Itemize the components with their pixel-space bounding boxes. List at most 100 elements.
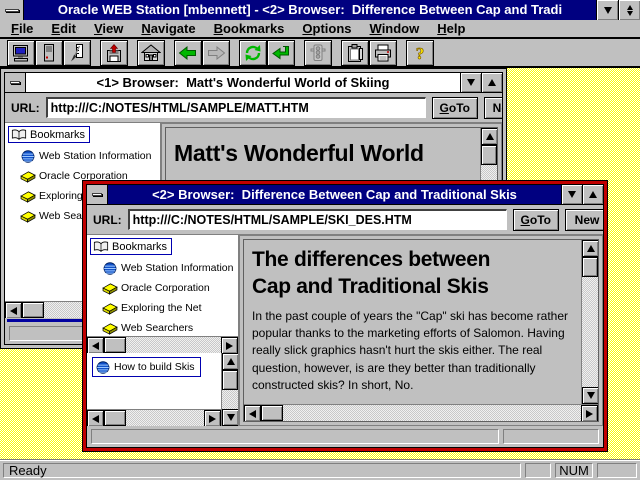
reload-icon bbox=[243, 44, 263, 62]
menu-window[interactable]: Window bbox=[361, 21, 429, 36]
svg-text:?: ? bbox=[416, 44, 425, 62]
bookmark-item-web-station-information[interactable]: Web Station Information bbox=[90, 258, 238, 278]
app-minimize-button[interactable] bbox=[596, 0, 618, 20]
home-icon bbox=[141, 44, 161, 62]
url-label: URL: bbox=[93, 213, 122, 227]
window1-system-menu-button[interactable] bbox=[5, 73, 26, 92]
computer-icon bbox=[11, 44, 31, 62]
window2-history-hscrollbar[interactable] bbox=[87, 409, 221, 426]
scroll-track[interactable] bbox=[283, 405, 581, 421]
window2-system-menu-button[interactable] bbox=[87, 185, 108, 204]
scroll-down-button[interactable] bbox=[222, 409, 238, 426]
toolbar-reload-button[interactable] bbox=[239, 40, 267, 66]
scroll-left-button[interactable] bbox=[87, 337, 104, 354]
window1-url-input[interactable] bbox=[48, 101, 425, 115]
toolbar-home-button[interactable] bbox=[137, 40, 165, 66]
app-titlebar[interactable]: Oracle WEB Station [mbennett] - <2> Brow… bbox=[0, 0, 640, 20]
scroll-thumb[interactable] bbox=[22, 302, 44, 318]
bookmark-item-oracle-corporation[interactable]: Oracle Corporation bbox=[90, 278, 238, 298]
window2-page-hscrollbar[interactable] bbox=[244, 404, 598, 421]
window1-maximize-button[interactable] bbox=[481, 73, 502, 92]
window1-url-field bbox=[46, 97, 426, 118]
menu-bookmarks[interactable]: Bookmarks bbox=[205, 21, 294, 36]
toolbar-computer-button[interactable] bbox=[7, 40, 35, 66]
scroll-track[interactable] bbox=[582, 277, 598, 387]
bookmark-item-how-to-build-skis[interactable]: How to build Skis bbox=[92, 357, 201, 377]
globe-icon bbox=[95, 361, 111, 374]
scroll-thumb[interactable] bbox=[104, 410, 126, 426]
globe-icon bbox=[20, 150, 36, 163]
window1-bookmarks-header[interactable]: Bookmarks bbox=[8, 126, 90, 143]
scroll-right-button[interactable] bbox=[204, 410, 221, 426]
window2-maximize-button[interactable] bbox=[582, 185, 603, 204]
menu-navigate[interactable]: Navigate bbox=[132, 21, 204, 36]
bookmarks-header-label: Bookmarks bbox=[112, 241, 167, 253]
scroll-left-button[interactable] bbox=[244, 405, 261, 422]
scroll-track[interactable] bbox=[222, 390, 238, 409]
toolbar-save-upload-button[interactable] bbox=[100, 40, 128, 66]
scroll-thumb[interactable] bbox=[104, 337, 126, 353]
bookmark-item-web-searchers[interactable]: Web Searchers bbox=[90, 318, 238, 336]
bookmark-label: Exploring the Net bbox=[121, 302, 202, 314]
window1-titlebar[interactable]: <1> Browser: Matt's Wonderful World of S… bbox=[5, 73, 502, 93]
window2-minimize-button[interactable] bbox=[561, 185, 582, 204]
menu-help[interactable]: Help bbox=[428, 21, 474, 36]
toolbar-help-button[interactable]: ? bbox=[406, 40, 434, 66]
status-cell-empty-2 bbox=[597, 463, 637, 478]
scroll-thumb[interactable] bbox=[582, 257, 598, 277]
scroll-right-button[interactable] bbox=[221, 337, 238, 354]
window1-new-button[interactable]: New bbox=[484, 97, 502, 119]
window2-page-vscrollbar[interactable] bbox=[581, 240, 598, 404]
scroll-track[interactable] bbox=[126, 410, 204, 426]
window2-new-button[interactable]: New bbox=[565, 209, 603, 231]
scroll-left-button[interactable] bbox=[87, 410, 104, 426]
app-restore-button[interactable] bbox=[618, 0, 640, 20]
browser-window-2[interactable]: <2> Browser: Difference Between Cap and … bbox=[82, 180, 608, 452]
window2-history-vscrollbar[interactable] bbox=[221, 353, 238, 426]
toolbar-print-button[interactable] bbox=[369, 40, 397, 66]
toolbar-back-button[interactable] bbox=[174, 40, 202, 66]
scroll-thumb[interactable] bbox=[481, 145, 497, 165]
url-label: URL: bbox=[11, 101, 40, 115]
bookmark-label: How to build Skis bbox=[114, 361, 195, 373]
bookmark-label: Web Station Information bbox=[39, 150, 151, 162]
scroll-right-button[interactable] bbox=[581, 405, 598, 422]
window2-status-field-right bbox=[503, 429, 599, 444]
server-icon bbox=[39, 44, 59, 62]
menu-options[interactable]: Options bbox=[293, 21, 360, 36]
toolbar-return-button[interactable] bbox=[267, 40, 295, 66]
bookmark-label: Web Station Information bbox=[121, 262, 233, 274]
scroll-thumb[interactable] bbox=[222, 370, 238, 390]
scroll-thumb[interactable] bbox=[261, 405, 283, 421]
menu-view[interactable]: View bbox=[85, 21, 132, 36]
scroll-down-button[interactable] bbox=[582, 387, 598, 404]
window2-titlebar[interactable]: <2> Browser: Difference Between Cap and … bbox=[87, 185, 603, 205]
menu-edit[interactable]: Edit bbox=[42, 21, 85, 36]
scroll-up-button[interactable] bbox=[582, 240, 598, 257]
window2-url-input[interactable] bbox=[130, 213, 506, 227]
toolbar-clipboard-button[interactable] bbox=[341, 40, 369, 66]
window2-sidebar-hscrollbar[interactable] bbox=[87, 336, 238, 353]
app-system-menu-button[interactable] bbox=[0, 0, 24, 20]
menu-file[interactable]: File bbox=[2, 21, 42, 36]
scroll-up-button[interactable] bbox=[222, 353, 238, 370]
window2-bookmarks-header[interactable]: Bookmarks bbox=[90, 238, 172, 255]
window2-goto-button[interactable]: GoTo bbox=[513, 209, 559, 231]
system-menu-icon bbox=[92, 193, 102, 196]
status-message: Ready bbox=[3, 463, 521, 478]
scroll-left-button[interactable] bbox=[5, 302, 22, 318]
window2-bookmarks-panel: Bookmarks Web Station Information Oracle … bbox=[87, 235, 238, 336]
scroll-track[interactable] bbox=[126, 337, 221, 353]
toolbar-stop-light-button[interactable] bbox=[304, 40, 332, 66]
window1-minimize-button[interactable] bbox=[460, 73, 481, 92]
toolbar-server-button[interactable] bbox=[35, 40, 63, 66]
toolbar-ruler-button[interactable] bbox=[63, 40, 91, 66]
book-icon bbox=[20, 170, 36, 183]
app-title: Oracle WEB Station [mbennett] - <2> Brow… bbox=[24, 0, 596, 20]
window1-goto-button[interactable]: GoTo bbox=[432, 97, 478, 119]
scroll-up-button[interactable] bbox=[481, 128, 498, 145]
num-lock-indicator: NUM bbox=[555, 463, 593, 478]
bookmark-item-exploring-the-net[interactable]: Exploring the Net bbox=[90, 298, 238, 318]
bookmark-item-web-station-information[interactable]: Web Station Information bbox=[8, 146, 160, 166]
toolbar-forward-button[interactable] bbox=[202, 40, 230, 66]
